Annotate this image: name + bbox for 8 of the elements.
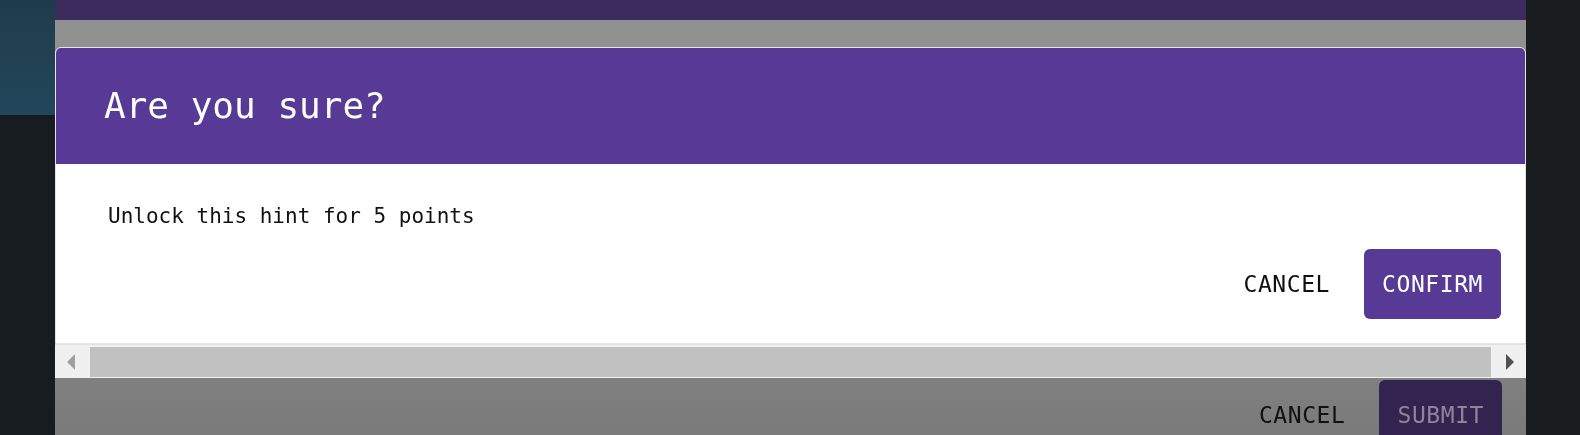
primary-button[interactable]: CONFIRM — [1364, 249, 1501, 319]
dialog-title: Are you sure? — [104, 88, 386, 124]
text-button[interactable]: CANCEL — [1240, 380, 1364, 435]
primary-button[interactable]: SUBMIT — [1379, 380, 1502, 435]
scroll-right-icon[interactable] — [1506, 353, 1514, 370]
scroll-left-icon[interactable] — [67, 353, 75, 370]
dialog-message: Unlock this hint for 5 points — [108, 206, 476, 227]
text-button[interactable]: CANCEL — [1225, 249, 1349, 319]
